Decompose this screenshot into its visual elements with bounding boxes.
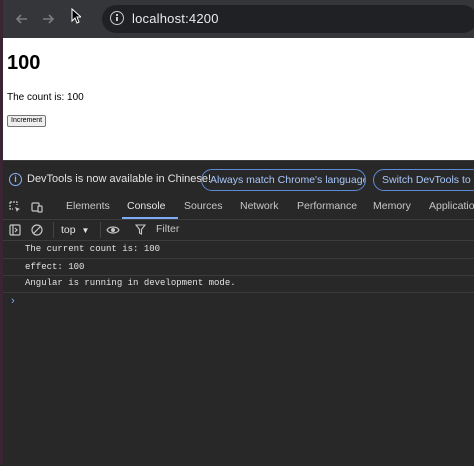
active-tab-indicator xyxy=(122,217,178,219)
site-info-icon[interactable] xyxy=(110,11,124,25)
toolbar-divider xyxy=(100,222,101,238)
tab-application[interactable]: Applicatio xyxy=(429,200,474,212)
clear-console-icon[interactable] xyxy=(31,224,43,236)
sidebar-toggle-icon[interactable] xyxy=(9,224,21,236)
tab-console[interactable]: Console xyxy=(127,200,166,212)
log-divider xyxy=(3,258,474,259)
address-bar[interactable]: localhost:4200 xyxy=(102,5,474,33)
language-infobar: i DevTools is now available in Chinese! … xyxy=(3,165,474,195)
toolbar-divider xyxy=(53,222,54,238)
info-icon: i xyxy=(9,173,22,186)
context-selector[interactable]: top ▼ xyxy=(61,224,89,236)
filter-input[interactable]: Filter xyxy=(129,221,474,238)
address-text: localhost:4200 xyxy=(132,11,219,26)
mouse-cursor-icon xyxy=(71,8,81,24)
arrow-right-icon xyxy=(43,14,55,24)
increment-button[interactable]: Increment xyxy=(7,115,47,127)
filter-icon xyxy=(135,224,146,235)
devtools-panel: i DevTools is now available in Chinese! … xyxy=(3,160,474,466)
devtools-tabs: Elements Console Sources Network Perform… xyxy=(3,197,474,220)
tab-elements[interactable]: Elements xyxy=(66,200,110,212)
tab-memory[interactable]: Memory xyxy=(373,200,411,212)
switch-language-button[interactable]: Switch DevTools to C xyxy=(373,169,474,191)
console-toolbar: top ▼ Filter xyxy=(3,220,474,241)
console-prompt-icon[interactable]: › xyxy=(11,295,15,307)
tab-performance[interactable]: Performance xyxy=(297,200,357,212)
back-button[interactable] xyxy=(11,8,33,30)
eye-icon[interactable] xyxy=(106,224,120,236)
device-toolbar-icon[interactable] xyxy=(31,201,43,213)
context-label: top xyxy=(61,224,76,236)
match-language-button[interactable]: Always match Chrome's language xyxy=(201,169,366,191)
forward-button[interactable] xyxy=(37,8,59,30)
inspect-element-icon[interactable] xyxy=(9,201,21,213)
log-divider xyxy=(3,292,474,293)
count-heading: 100 xyxy=(7,52,41,74)
arrow-left-icon xyxy=(15,14,27,24)
console-log-line: effect: 100 xyxy=(25,262,85,272)
tab-sources[interactable]: Sources xyxy=(184,200,223,212)
log-divider xyxy=(3,275,474,276)
infobar-text: DevTools is now available in Chinese! xyxy=(27,173,212,185)
console-log-line: The current count is: 100 xyxy=(25,244,161,254)
browser-toolbar: localhost:4200 xyxy=(3,0,474,38)
chevron-down-icon: ▼ xyxy=(81,226,90,235)
count-text: The count is: 100 xyxy=(7,92,84,103)
console-log-line: Angular is running in development mode. xyxy=(25,278,236,288)
page-viewport: 100 The count is: 100 Increment xyxy=(3,38,474,160)
tab-network[interactable]: Network xyxy=(240,200,279,212)
filter-placeholder: Filter xyxy=(156,223,180,235)
